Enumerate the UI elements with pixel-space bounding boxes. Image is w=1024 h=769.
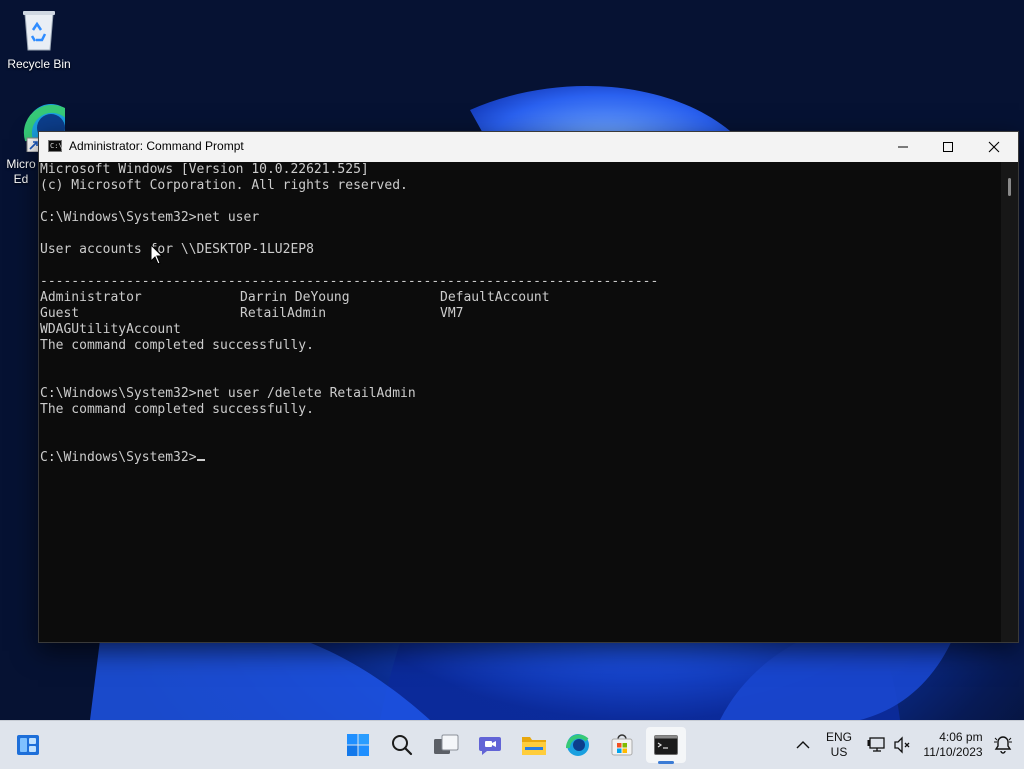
store-icon [611, 734, 633, 756]
clock-date: 11/10/2023 [923, 745, 983, 759]
notification-bell-icon [994, 736, 1012, 754]
console-line: The command completed successfully. [40, 338, 314, 353]
desktop-icon-recycle-bin[interactable]: Recycle Bin [1, 8, 77, 71]
mouse-pointer-icon [150, 244, 164, 265]
desktop-icon-label: Recycle Bin [7, 57, 71, 71]
taskbar-task-view-button[interactable] [426, 727, 466, 763]
console-prompt: C:\Windows\System32> [40, 450, 205, 466]
desktop-icon-label: Micro Ed [6, 157, 36, 186]
network-icon [867, 737, 885, 752]
command-prompt-icon [654, 735, 678, 755]
chevron-up-icon [796, 741, 810, 749]
folder-icon [522, 737, 546, 755]
taskbar-search-button[interactable] [382, 727, 422, 763]
window-title: Administrator: Command Prompt [69, 139, 244, 153]
edge-icon [566, 734, 589, 756]
widgets-icon [17, 735, 39, 755]
command-prompt-icon: C:\ [48, 140, 63, 152]
console-line: Microsoft Windows [Version 10.0.22621.52… [40, 162, 369, 177]
console-line: (c) Microsoft Corporation. All rights re… [40, 178, 408, 193]
clock-button[interactable]: 4:06 pm 11/10/2023 [918, 727, 988, 763]
window-titlebar[interactable]: C:\ Administrator: Command Prompt [39, 132, 1018, 162]
console-line: ----------------------------------------… [40, 274, 659, 289]
input-language-button[interactable]: ENG US [818, 727, 860, 763]
account-name: DefaultAccount [440, 290, 550, 305]
recycle-bin-icon [23, 11, 55, 51]
scrollbar-thumb[interactable] [1008, 178, 1011, 196]
volume-muted-icon [894, 736, 910, 754]
account-name: Guest [40, 306, 80, 321]
active-app-indicator [658, 761, 674, 764]
windows-start-icon [347, 734, 369, 756]
console-line: C:\Windows\System32>net user [40, 210, 260, 225]
minimize-icon [898, 146, 908, 148]
close-icon [988, 141, 1000, 153]
taskbar-start-button[interactable] [338, 727, 378, 763]
language-code: ENG [825, 730, 852, 744]
account-name: RetailAdmin [240, 306, 327, 321]
taskbar-store-button[interactable] [602, 727, 642, 763]
close-button[interactable] [971, 132, 1017, 162]
show-hidden-icons-button[interactable] [784, 727, 822, 763]
taskbar-widgets-button[interactable] [8, 727, 48, 763]
vertical-scrollbar[interactable] [1001, 162, 1018, 642]
console-output[interactable]: Microsoft Windows [Version 10.0.22621.52… [39, 162, 1001, 642]
clock-time: 4:06 pm [939, 730, 983, 744]
search-icon [392, 735, 413, 756]
task-view-icon [434, 734, 459, 754]
taskbar-chat-button[interactable] [470, 727, 510, 763]
account-name: Darrin DeYoung [240, 290, 350, 305]
teams-chat-icon [479, 737, 501, 755]
minimize-button[interactable] [880, 132, 926, 162]
console-line: User accounts for \\DESKTOP-1LU2EP8 [40, 242, 314, 257]
text-cursor [196, 459, 205, 461]
command-prompt-window[interactable]: C:\ Administrator: Command Prompt Micros… [38, 131, 1019, 643]
taskbar-file-explorer-button[interactable] [514, 727, 554, 763]
language-region: US [830, 745, 848, 759]
notifications-button[interactable] [986, 727, 1020, 763]
taskbar-edge-button[interactable] [558, 727, 598, 763]
taskbar-command-prompt-button[interactable] [646, 727, 686, 763]
console-line: The command completed successfully. [40, 402, 314, 417]
taskbar: ENG US 4:06 pm 11/10/2023 [0, 720, 1024, 769]
quick-settings-button[interactable] [860, 727, 918, 763]
maximize-icon [943, 142, 953, 152]
console-line: C:\Windows\System32>net user /delete Ret… [40, 386, 416, 401]
maximize-button[interactable] [925, 132, 971, 162]
account-name: Administrator [40, 290, 142, 305]
account-name: VM7 [440, 306, 464, 321]
account-name: WDAGUtilityAccount [40, 322, 181, 337]
